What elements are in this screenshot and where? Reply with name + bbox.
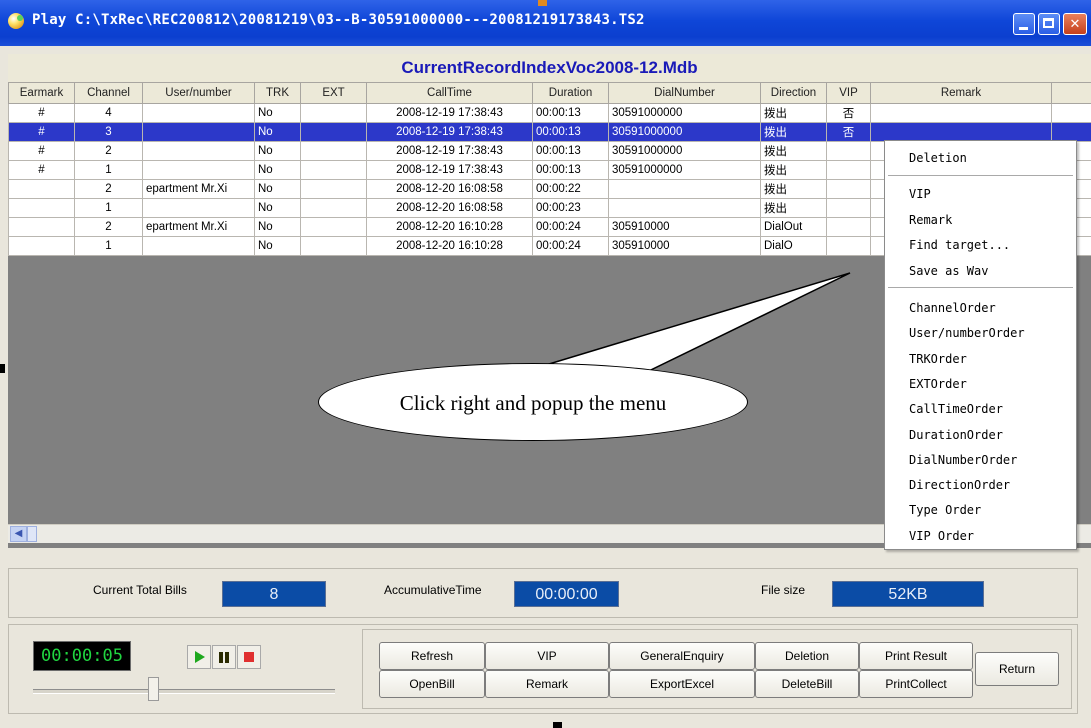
close-icon: ✕ (1069, 16, 1081, 31)
context-menu: Deletion VIP Remark Find target... Save … (884, 140, 1077, 550)
resize-handle[interactable] (0, 364, 5, 373)
scrollbar-thumb[interactable] (27, 526, 37, 542)
remark-button[interactable]: Remark (485, 670, 609, 698)
menu-item-sort[interactable]: DurationOrder (909, 428, 1003, 442)
scroll-left-icon[interactable]: ◀ (10, 526, 27, 542)
play-icon (195, 651, 205, 663)
menu-item-save-as-wav[interactable]: Save as Wav (909, 264, 988, 278)
delete-bill-button[interactable]: DeleteBill (755, 670, 859, 698)
file-size-value: 52KB (832, 581, 984, 607)
menu-item-find-target[interactable]: Find target... (909, 238, 1010, 252)
return-button[interactable]: Return (975, 652, 1059, 686)
menu-separator (888, 287, 1073, 288)
minimize-button[interactable] (1013, 13, 1035, 35)
menu-item-sort[interactable]: ChannelOrder (909, 301, 996, 315)
maximize-button[interactable] (1038, 13, 1060, 35)
menu-item-sort[interactable]: Type Order (909, 503, 981, 517)
menu-item-sort[interactable]: VIP Order (909, 529, 974, 543)
menu-item-sort[interactable]: TRKOrder (909, 352, 967, 366)
open-bill-button[interactable]: OpenBill (379, 670, 485, 698)
refresh-button[interactable]: Refresh (379, 642, 485, 670)
accumulative-time-label: AccumulativeTime (384, 583, 482, 597)
export-excel-button[interactable]: ExportExcel (609, 670, 755, 698)
play-button[interactable] (187, 645, 211, 669)
menu-item-vip[interactable]: VIP (909, 187, 931, 201)
menu-item-sort[interactable]: EXTOrder (909, 377, 967, 391)
stop-button[interactable] (237, 645, 261, 669)
print-collect-button[interactable]: PrintCollect (859, 670, 973, 698)
menu-item-sort[interactable]: DirectionOrder (909, 478, 1010, 492)
deletion-button[interactable]: Deletion (755, 642, 859, 670)
playback-timer: 00:00:05 (33, 641, 131, 671)
resize-handle[interactable] (553, 722, 562, 728)
menu-item-remark[interactable]: Remark (909, 213, 952, 227)
menu-item-sort[interactable]: User/numberOrder (909, 326, 1025, 340)
pause-button[interactable] (212, 645, 236, 669)
status-bar: Current Total Bills 8 AccumulativeTime 0… (8, 568, 1078, 618)
app-icon (8, 13, 24, 29)
playback-slider-track[interactable] (33, 689, 335, 694)
menu-separator (888, 175, 1073, 176)
playback-slider-thumb[interactable] (148, 677, 160, 701)
total-bills-value: 8 (222, 581, 326, 607)
file-size-label: File size (761, 583, 806, 597)
title-bar: Play C:\TxRec\REC200812\20081219\03--B-3… (0, 0, 1091, 46)
total-bills-label: Current Total Bills (93, 583, 187, 597)
print-result-button[interactable]: Print Result (859, 642, 973, 670)
maximize-icon (1043, 18, 1054, 28)
pause-icon (219, 652, 229, 663)
window-title: Play C:\TxRec\REC200812\20081219\03--B-3… (32, 12, 645, 28)
general-enquiry-button[interactable]: GeneralEnquiry (609, 642, 755, 670)
vip-button[interactable]: VIP (485, 642, 609, 670)
minimize-icon (1019, 27, 1028, 30)
accumulative-time-value: 00:00:00 (514, 581, 619, 607)
resize-handle[interactable] (538, 0, 547, 6)
menu-item-sort[interactable]: DialNumberOrder (909, 453, 1017, 467)
menu-item-sort[interactable]: CallTimeOrder (909, 402, 1003, 416)
callout-bubble: Click right and popup the menu (318, 363, 748, 441)
close-button[interactable]: ✕ (1063, 13, 1087, 35)
control-bar: 00:00:05 Refresh VIP GeneralEnquiry Dele… (8, 624, 1078, 714)
menu-item-deletion[interactable]: Deletion (909, 151, 967, 165)
action-buttons-panel: Refresh VIP GeneralEnquiry Deletion Prin… (362, 629, 1072, 709)
stop-icon (244, 652, 254, 662)
